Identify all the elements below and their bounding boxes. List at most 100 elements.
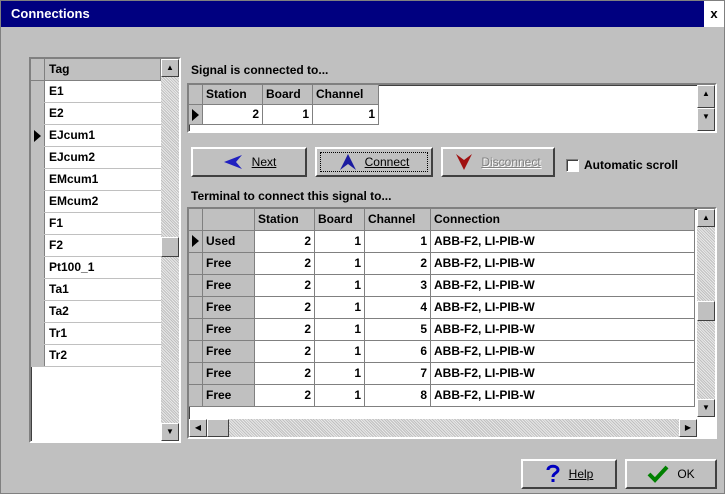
channel-cell[interactable]: 2 <box>365 253 431 275</box>
list-item[interactable]: E2 <box>31 103 161 125</box>
status-cell[interactable]: Free <box>203 363 255 385</box>
list-item[interactable]: Ta2 <box>31 301 161 323</box>
status-cell[interactable]: Free <box>203 341 255 363</box>
next-button[interactable]: Next <box>191 147 307 177</box>
scroll-down-icon[interactable]: ▼ <box>697 108 715 131</box>
table-row[interactable]: Free 2 1 5 ABB-F2, LI-PIB-W <box>189 319 695 341</box>
status-cell[interactable]: Free <box>203 253 255 275</box>
list-item[interactable]: EJcum2 <box>31 147 161 169</box>
connection-cell[interactable]: ABB-F2, LI-PIB-W <box>431 341 695 363</box>
connect-button[interactable]: Connect <box>315 147 433 177</box>
channel-cell[interactable]: 7 <box>365 363 431 385</box>
connection-cell[interactable]: ABB-F2, LI-PIB-W <box>431 275 695 297</box>
board-cell[interactable]: 1 <box>315 275 365 297</box>
board-cell[interactable]: 1 <box>315 297 365 319</box>
scroll-up-icon[interactable]: ▲ <box>161 59 179 77</box>
board-column-header[interactable]: Board <box>263 85 313 105</box>
table-row[interactable]: Free 2 1 6 ABB-F2, LI-PIB-W <box>189 341 695 363</box>
list-item[interactable]: EMcum1 <box>31 169 161 191</box>
connection-column-header[interactable]: Connection <box>431 209 695 231</box>
connection-cell[interactable]: ABB-F2, LI-PIB-W <box>431 363 695 385</box>
scroll-down-icon[interactable]: ▼ <box>697 399 715 417</box>
station-cell[interactable]: 2 <box>255 385 315 407</box>
station-cell[interactable]: 2 <box>255 275 315 297</box>
list-item[interactable]: Tr2 <box>31 345 161 367</box>
automatic-scroll-checkbox[interactable] <box>566 158 579 172</box>
close-icon[interactable]: x <box>704 1 724 27</box>
channel-cell[interactable]: 4 <box>365 297 431 319</box>
station-cell[interactable]: 2 <box>255 297 315 319</box>
status-cell[interactable]: Used <box>203 231 255 253</box>
tag-list-scrollbar[interactable]: ▲ ▼ <box>161 59 179 441</box>
connection-cell[interactable]: ABB-F2, LI-PIB-W <box>431 231 695 253</box>
scroll-thumb[interactable] <box>697 301 715 321</box>
list-item[interactable]: EMcum2 <box>31 191 161 213</box>
scroll-left-icon[interactable]: ◀ <box>189 419 207 437</box>
tag-name: E1 <box>49 84 64 98</box>
station-cell[interactable]: 2 <box>203 105 263 125</box>
help-button[interactable]: Help <box>521 459 617 489</box>
tag-name: E2 <box>49 106 64 120</box>
list-item[interactable]: F1 <box>31 213 161 235</box>
ok-button[interactable]: OK <box>625 459 717 489</box>
board-cell[interactable]: 1 <box>315 231 365 253</box>
scroll-down-icon[interactable]: ▼ <box>161 423 179 441</box>
signal-grid-scrollbar[interactable]: ▲ ▼ <box>697 85 715 131</box>
channel-cell[interactable]: 8 <box>365 385 431 407</box>
board-cell[interactable]: 1 <box>315 319 365 341</box>
station-column-header[interactable]: Station <box>203 85 263 105</box>
connection-cell[interactable]: ABB-F2, LI-PIB-W <box>431 253 695 275</box>
station-cell[interactable]: 2 <box>255 363 315 385</box>
status-column-header[interactable] <box>203 209 255 231</box>
connection-cell[interactable]: ABB-F2, LI-PIB-W <box>431 319 695 341</box>
status-cell[interactable]: Free <box>203 319 255 341</box>
board-column-header[interactable]: Board <box>315 209 365 231</box>
list-item[interactable]: E1 <box>31 81 161 103</box>
terminal-grid-hscrollbar[interactable]: ◀ ▶ <box>189 419 697 437</box>
board-cell[interactable]: 1 <box>315 253 365 275</box>
row-indicator <box>31 191 45 212</box>
list-item[interactable]: F2 <box>31 235 161 257</box>
scroll-thumb[interactable] <box>161 237 179 257</box>
automatic-scroll-option[interactable]: Automatic scroll <box>566 158 678 172</box>
station-cell[interactable]: 2 <box>255 253 315 275</box>
board-cell[interactable]: 1 <box>263 105 313 125</box>
board-cell[interactable]: 1 <box>315 385 365 407</box>
list-item[interactable]: EJcum1 <box>31 125 161 147</box>
scroll-thumb[interactable] <box>207 419 229 437</box>
status-cell[interactable]: Free <box>203 297 255 319</box>
scroll-right-icon[interactable]: ▶ <box>679 419 697 437</box>
board-cell[interactable]: 1 <box>315 363 365 385</box>
table-row[interactable]: Free 2 1 3 ABB-F2, LI-PIB-W <box>189 275 695 297</box>
terminal-grid-vscrollbar[interactable]: ▲ ▼ <box>697 209 715 417</box>
table-row[interactable]: Free 2 1 8 ABB-F2, LI-PIB-W <box>189 385 695 407</box>
station-cell[interactable]: 2 <box>255 319 315 341</box>
connection-cell[interactable]: ABB-F2, LI-PIB-W <box>431 297 695 319</box>
list-item[interactable]: Pt100_1 <box>31 257 161 279</box>
table-row[interactable]: 2 1 1 <box>189 105 379 125</box>
station-cell[interactable]: 2 <box>255 231 315 253</box>
list-item[interactable]: Tr1 <box>31 323 161 345</box>
station-column-header[interactable]: Station <box>255 209 315 231</box>
channel-cell[interactable]: 6 <box>365 341 431 363</box>
scroll-up-icon[interactable]: ▲ <box>697 209 715 227</box>
tag-column-header[interactable]: Tag <box>45 59 161 81</box>
connection-cell[interactable]: ABB-F2, LI-PIB-W <box>431 385 695 407</box>
channel-cell[interactable]: 3 <box>365 275 431 297</box>
scroll-up-icon[interactable]: ▲ <box>697 85 715 108</box>
board-cell[interactable]: 1 <box>315 341 365 363</box>
table-row[interactable]: Free 2 1 4 ABB-F2, LI-PIB-W <box>189 297 695 319</box>
list-item[interactable]: Ta1 <box>31 279 161 301</box>
status-cell[interactable]: Free <box>203 275 255 297</box>
table-row[interactable]: Free 2 1 7 ABB-F2, LI-PIB-W <box>189 363 695 385</box>
status-cell[interactable]: Free <box>203 385 255 407</box>
table-row[interactable]: Used 2 1 1 ABB-F2, LI-PIB-W <box>189 231 695 253</box>
channel-column-header[interactable]: Channel <box>365 209 431 231</box>
channel-cell[interactable]: 5 <box>365 319 431 341</box>
disconnect-button[interactable]: Disconnect <box>441 147 555 177</box>
channel-column-header[interactable]: Channel <box>313 85 379 105</box>
station-cell[interactable]: 2 <box>255 341 315 363</box>
table-row[interactable]: Free 2 1 2 ABB-F2, LI-PIB-W <box>189 253 695 275</box>
channel-cell[interactable]: 1 <box>365 231 431 253</box>
channel-cell[interactable]: 1 <box>313 105 379 125</box>
